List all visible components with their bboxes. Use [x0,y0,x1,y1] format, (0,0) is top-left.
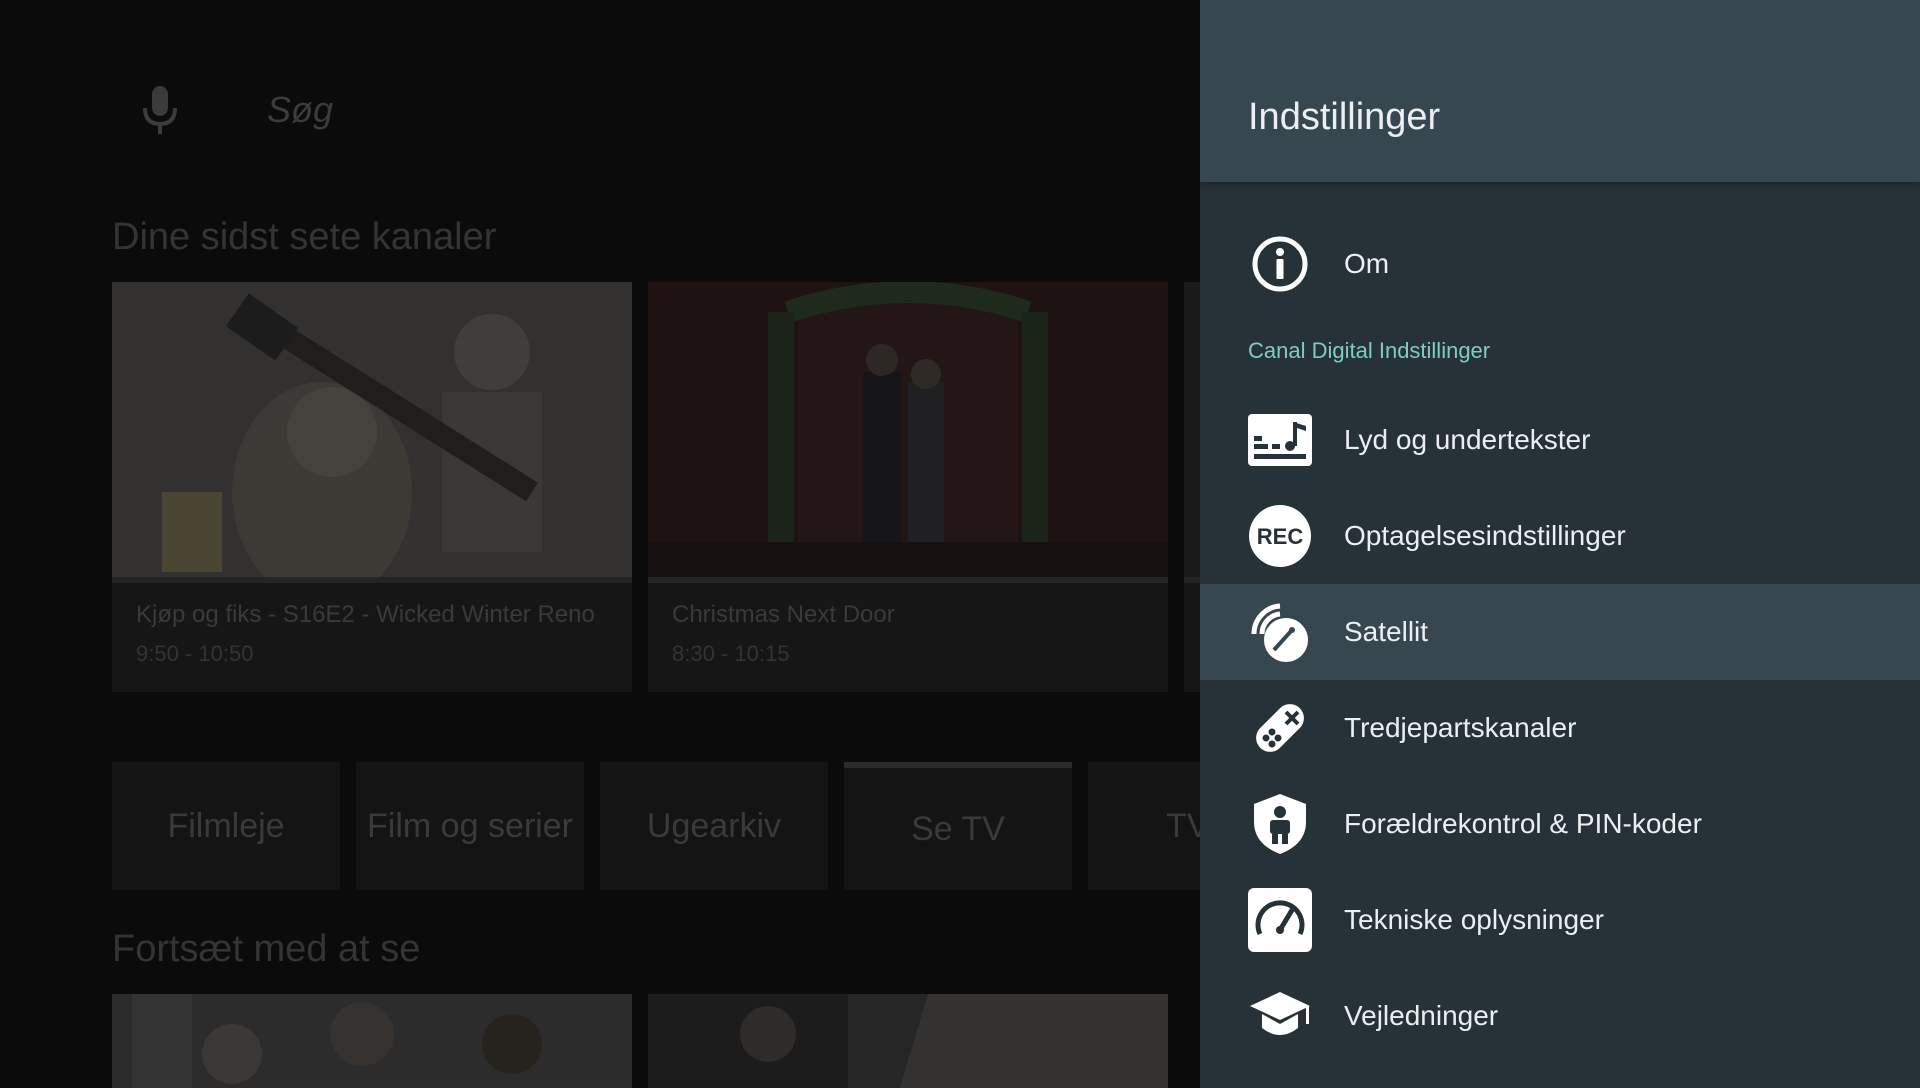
microphone-icon[interactable] [112,60,207,160]
tile-tv-guide[interactable]: TV g [1088,762,1200,890]
settings-category-label: Canal Digital Indstillinger [1248,338,1491,363]
search-bar[interactable]: Søg [112,60,333,160]
svg-text:REC: REC [1257,524,1304,549]
settings-item-label: Optagelsesindstillinger [1344,520,1626,551]
settings-header: Indstillinger [1200,0,1920,182]
tile-film-og-serier[interactable]: Film og serier [356,762,584,890]
recent-channels-row: Kjøp og fiks - S16E2 - Wicked Winter Ren… [112,282,1200,692]
settings-title: Indstillinger [1248,96,1441,138]
settings-item-optagelsesindstillinger[interactable]: REC Optagelsesindstillinger [1200,488,1920,584]
settings-panel: Indstillinger Om Canal Digital Indstilli… [1200,0,1920,1088]
continue-watching-row [112,994,1168,1088]
home-screen-background: Søg Dine sidst sete kanaler Kjøp og fiks… [0,0,1200,1088]
tile-ugearkiv[interactable]: Ugearkiv [600,762,828,890]
channel-program-time: 8:30 - 10:15 [672,641,790,666]
settings-item-vejledninger[interactable]: Vejledninger [1200,968,1920,1064]
settings-item-lyd-og-undertekster[interactable]: Lyd og undertekster [1200,392,1920,488]
settings-item-label: Vejledninger [1344,1000,1499,1031]
channel-thumbnail [1184,282,1200,577]
audio-subtitles-icon [1248,408,1312,472]
channel-thumbnail [648,282,1168,577]
continue-card[interactable] [112,994,632,1088]
channel-thumbnail [112,282,632,577]
settings-item-om[interactable]: Om [1200,216,1920,312]
settings-item-tekniske-oplysninger[interactable]: Tekniske oplysninger [1200,872,1920,968]
channel-card[interactable]: Kjøp og fiks - S16E2 - Wicked Winter Ren… [112,282,632,692]
info-icon [1248,232,1312,296]
gamepad-icon [1248,696,1312,760]
parental-shield-icon [1248,792,1312,856]
recent-channels-title: Dine sidst sete kanaler [112,216,497,258]
channel-card[interactable]: Christmas Next Door 8:30 - 10:15 [648,282,1168,692]
settings-item-label: Forældrekontrol & PIN-koder [1344,808,1702,839]
channel-program-title: Christmas Next Door [672,601,895,628]
satellite-dish-icon [1248,600,1312,664]
tile-se-tv[interactable]: Se TV [844,762,1072,890]
graduation-cap-icon [1248,984,1312,1048]
continue-watching-title: Fortsæt med at se [112,928,421,970]
tile-filmleje[interactable]: Filmleje [112,762,340,890]
search-placeholder: Søg [267,89,334,130]
rec-icon: REC [1248,504,1312,568]
settings-item-label: Satellit [1344,616,1429,647]
settings-item-foraeldrekontrol[interactable]: Forældrekontrol & PIN-koder [1200,776,1920,872]
settings-item-label: Tekniske oplysninger [1344,904,1604,935]
settings-item-tredjepartskanaler[interactable]: Tredjepartskanaler [1200,680,1920,776]
category-tiles: Filmleje Film og serier Ugearkiv Se TV T… [112,762,1200,890]
continue-card[interactable] [648,994,1168,1088]
settings-item-label: Lyd og undertekster [1344,424,1591,455]
settings-item-label: Tredjepartskanaler [1344,712,1577,743]
gauge-icon [1248,888,1312,952]
channel-program-time: 9:50 - 10:50 [136,641,254,666]
settings-item-label: Om [1344,248,1390,279]
channel-program-title: Kjøp og fiks - S16E2 - Wicked Winter Ren… [136,601,595,628]
channel-card[interactable] [1184,282,1200,692]
progress-bar [1184,577,1200,583]
settings-item-satellit[interactable]: Satellit [1200,584,1920,680]
